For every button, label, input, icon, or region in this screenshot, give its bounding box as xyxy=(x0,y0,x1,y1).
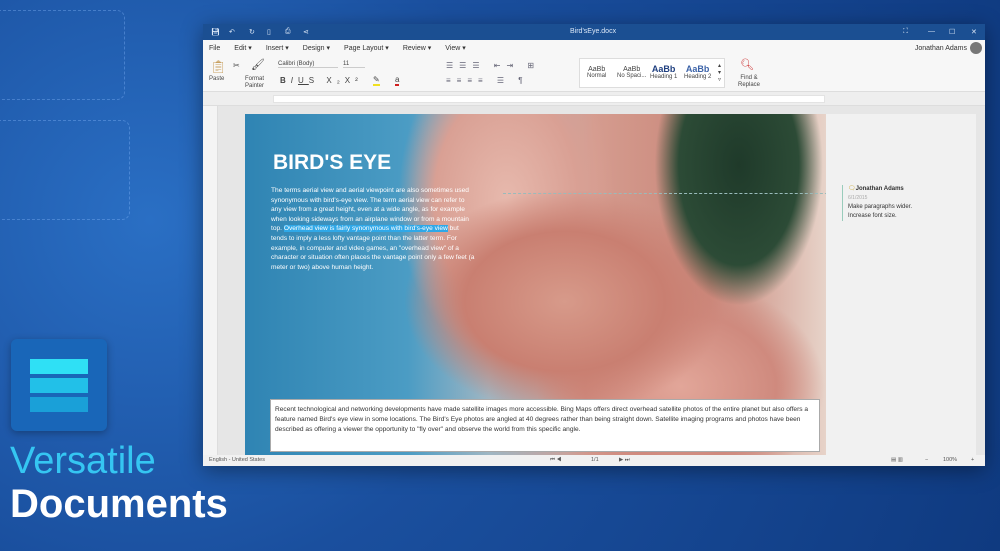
find-replace-button[interactable]: Find & Replace xyxy=(736,75,762,89)
document-paragraph[interactable]: The terms aerial view and aerial viewpoi… xyxy=(271,186,475,272)
redo-icon[interactable]: ↻ xyxy=(249,28,255,36)
style-sample: AaBb xyxy=(685,64,710,74)
font-size-select[interactable]: 11 xyxy=(343,61,365,68)
close-button[interactable]: ✕ xyxy=(971,28,977,36)
style-heading-2[interactable]: AaBb Heading 2 xyxy=(684,64,711,80)
view-mode-icons[interactable]: ▤ ▥ xyxy=(891,457,903,463)
horizontal-ruler[interactable] xyxy=(203,92,985,106)
status-bar: English - United States ⏮ ◀ 1/1 ▶ ⏭ ▤ ▥ … xyxy=(203,455,985,466)
user-name[interactable]: Jonathan Adams xyxy=(915,45,967,52)
find-replace-icon[interactable]: 🔍︎ xyxy=(740,58,754,71)
page-indicator: 1/1 xyxy=(591,457,599,463)
document-area: BIRD'S EYE The terms aerial view and aer… xyxy=(203,106,985,455)
ruler-page-span xyxy=(273,95,825,103)
maximize-button[interactable]: ☐ xyxy=(949,28,955,36)
decor-outline xyxy=(0,120,130,220)
new-doc-icon[interactable]: ▯ xyxy=(267,28,271,36)
style-name: Heading 2 xyxy=(684,74,712,80)
menu-insert[interactable]: Insert ▾ xyxy=(266,44,289,52)
comments-pane: 🗨︎Jonathan Adams 6/1/2015 Make paragraph… xyxy=(826,114,976,455)
align-tools[interactable]: ≡≡≡≡ ☰ ¶ xyxy=(446,76,529,85)
zoom-out-button[interactable]: − xyxy=(925,457,928,463)
app-logo xyxy=(11,339,107,431)
document-page: BIRD'S EYE The terms aerial view and aer… xyxy=(245,114,826,455)
page-next-buttons[interactable]: ▶ ⏭ xyxy=(619,457,630,464)
format-painter-icon[interactable]: 🖌︎ xyxy=(251,58,265,71)
tagline-versatile: Versatile xyxy=(10,440,156,482)
share-icon[interactable]: ⋖ xyxy=(303,28,309,36)
format-painter-button[interactable]: Format Painter xyxy=(245,76,273,90)
style-sample: AaBb xyxy=(623,66,641,73)
comment-card[interactable]: 🗨︎Jonathan Adams 6/1/2015 Make paragraph… xyxy=(842,185,928,221)
style-name: No Spaci... xyxy=(617,73,647,79)
style-name: Normal xyxy=(587,73,607,79)
save-icon[interactable]: 💾︎ xyxy=(211,28,220,36)
menu-bar: File Edit ▾ Insert ▾ Design ▾ Page Layou… xyxy=(203,40,985,56)
zoom-level: 100% xyxy=(943,457,958,463)
vertical-ruler[interactable] xyxy=(203,106,218,455)
cut-icon[interactable]: ✂ xyxy=(233,61,240,70)
print-icon[interactable]: ⎙ xyxy=(285,28,291,36)
selected-text: Overhead view is fairly synonymous with … xyxy=(283,225,448,233)
style-name: Heading 1 xyxy=(650,74,678,80)
menu-design[interactable]: Design ▾ xyxy=(303,44,330,52)
font-color-icon[interactable]: a xyxy=(395,75,400,86)
menu-view[interactable]: View ▾ xyxy=(445,44,466,52)
menu-page-layout[interactable]: Page Layout ▾ xyxy=(344,44,389,52)
undo-icon[interactable]: ↶ xyxy=(229,28,235,36)
highlight-color-icon[interactable]: ✎ xyxy=(373,75,380,86)
style-sample: AaBb xyxy=(588,66,606,73)
menu-edit[interactable]: Edit ▾ xyxy=(234,44,252,52)
app-window: 💾︎ ↶ ↻ ▯ ⎙ ⋖ Bird'sEye.docx ⛶ — ☐ ✕ File… xyxy=(203,24,985,466)
paste-icon[interactable]: 📋︎ xyxy=(210,59,227,75)
fullscreen-icon[interactable]: ⛶ xyxy=(903,28,908,36)
window-title: Bird'sEye.docx xyxy=(570,28,617,35)
comment-author: Jonathan Adams xyxy=(855,186,904,192)
caption-textbox[interactable]: Recent technological and networking deve… xyxy=(270,399,820,452)
style-normal[interactable]: AaBb Normal xyxy=(587,66,606,79)
menu-review[interactable]: Review ▾ xyxy=(403,44,431,52)
comment-icon: 🗨︎ xyxy=(848,186,856,192)
paragraph-text: but tends to imply a less lofty vantage … xyxy=(271,225,475,271)
styles-gallery: AaBb Normal AaBb No Spaci... AaBb Heading 1… xyxy=(579,58,725,88)
comment-text: Make paragraphs wider. Increase font siz… xyxy=(848,204,913,219)
style-sample: AaBb xyxy=(651,64,676,74)
minimize-button[interactable]: — xyxy=(928,28,935,35)
menu-file[interactable]: File xyxy=(209,45,220,52)
paragraph-tools[interactable]: ☰☰☰ ⇤⇥ ⊞ xyxy=(446,61,540,70)
avatar[interactable] xyxy=(970,42,982,54)
page-prev-buttons[interactable]: ⏮ ◀ xyxy=(550,457,561,464)
zoom-in-button[interactable]: + xyxy=(971,457,974,463)
language-status[interactable]: English - United States xyxy=(209,457,265,463)
style-no-spacing[interactable]: AaBb No Spaci... xyxy=(617,66,646,79)
comment-connector xyxy=(503,193,843,194)
font-family-select[interactable]: Calibri (Body) xyxy=(278,61,338,68)
styles-more-icon[interactable]: ▴ ▾ ▿ xyxy=(718,63,721,84)
comment-date: 6/1/2015 xyxy=(848,195,868,201)
paste-button[interactable]: Paste xyxy=(209,76,224,82)
ribbon: 📋︎ Paste ✂ 🖌︎ Format Painter Calibri (Bo… xyxy=(203,56,985,92)
tagline-documents: Documents xyxy=(10,482,228,526)
decor-outline xyxy=(0,10,125,100)
style-heading-1[interactable]: AaBb Heading 1 xyxy=(650,64,677,80)
format-buttons[interactable]: BIUS X₂X² xyxy=(280,76,363,85)
title-bar: 💾︎ ↶ ↻ ▯ ⎙ ⋖ Bird'sEye.docx ⛶ — ☐ ✕ xyxy=(203,24,985,40)
document-heading[interactable]: BIRD'S EYE xyxy=(273,151,391,175)
